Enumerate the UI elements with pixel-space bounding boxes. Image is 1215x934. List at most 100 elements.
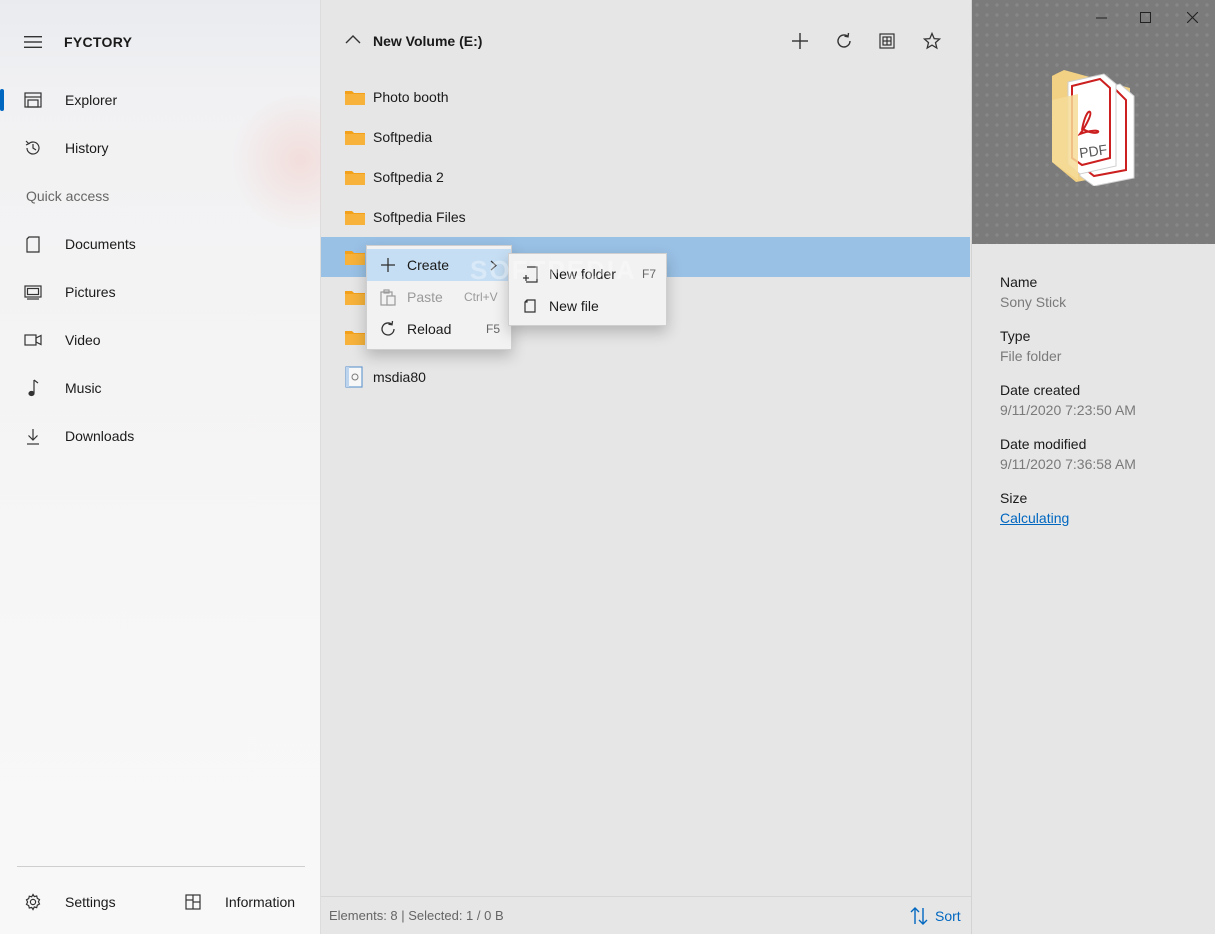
add-button[interactable] <box>789 30 811 52</box>
settings-button[interactable]: Settings <box>24 880 116 924</box>
sort-arrows-icon <box>909 906 929 926</box>
information-button[interactable]: Information <box>184 880 295 924</box>
sidebar-item-pictures[interactable]: Pictures <box>0 270 321 314</box>
sidebar-item-music[interactable]: Music <box>0 366 321 410</box>
file-name: Softpedia 2 <box>373 169 444 185</box>
menu-item-shortcut: F5 <box>486 322 501 336</box>
sidebar-item-label: History <box>65 140 109 156</box>
list-item[interactable]: Softpedia 2 <box>321 157 970 197</box>
property-label: Type <box>1000 328 1031 344</box>
select-all-icon <box>879 33 895 49</box>
menu-item-shortcut: Ctrl+V <box>464 290 498 304</box>
menu-item-shortcut: F7 <box>642 267 657 281</box>
minimize-button[interactable] <box>1079 2 1123 32</box>
context-menu: Create Paste Ctrl+V Reload F5 <box>366 245 512 350</box>
sidebar-item-explorer[interactable]: Explorer <box>0 78 321 122</box>
sidebar-divider <box>17 866 305 867</box>
property-value: File folder <box>1000 348 1062 364</box>
sort-label: Sort <box>935 908 961 924</box>
folder-icon <box>344 128 366 146</box>
information-label: Information <box>225 894 296 910</box>
size-calculating-link[interactable]: Calculating <box>1000 510 1069 526</box>
folder-preview-icon: PDF <box>1050 70 1140 186</box>
new-folder-icon <box>521 265 539 283</box>
hamburger-menu-icon[interactable] <box>24 35 42 49</box>
folder-icon <box>344 328 366 346</box>
download-icon <box>24 427 42 445</box>
sidebar-item-label: Downloads <box>65 428 135 444</box>
sidebar-item-video[interactable]: Video <box>0 318 321 362</box>
status-text: Elements: 8 | Selected: 1 / 0 B <box>329 908 504 923</box>
paste-icon <box>379 288 397 306</box>
music-note-icon <box>24 379 42 397</box>
settings-label: Settings <box>65 894 116 910</box>
folder-icon <box>344 208 366 226</box>
main-header: New Volume (E:) <box>321 0 971 80</box>
menu-item-label: New file <box>549 298 599 314</box>
pictures-icon <box>24 283 42 301</box>
sidebar-item-label: Documents <box>65 236 136 252</box>
file-name: Softpedia <box>373 129 433 145</box>
document-icon <box>24 235 42 253</box>
quick-access-heading: Quick access <box>26 188 110 204</box>
information-panel-icon <box>184 893 202 911</box>
list-item[interactable]: Softpedia <box>321 117 970 157</box>
file-name: Photo booth <box>373 89 449 105</box>
property-date-created: Date created 9/11/2020 7:23:50 AM <box>1000 382 1136 418</box>
sidebar-item-documents[interactable]: Documents <box>0 222 321 266</box>
property-date-modified: Date modified 9/11/2020 7:36:58 AM <box>1000 436 1136 472</box>
sidebar-item-history[interactable]: History <box>0 126 321 170</box>
maximize-icon <box>1139 11 1151 23</box>
list-item[interactable]: Softpedia Files <box>321 197 970 237</box>
volume-title: New Volume (E:) <box>373 33 483 49</box>
property-label: Name <box>1000 274 1038 290</box>
app-title: FYCTORY <box>64 34 133 50</box>
menu-item-label: New folder <box>549 266 616 282</box>
create-submenu: New folder F7 New file <box>508 253 667 326</box>
close-button[interactable] <box>1170 2 1214 32</box>
sidebar-item-downloads[interactable]: Downloads <box>0 414 321 458</box>
property-value: Sony Stick <box>1000 294 1067 310</box>
preview-area: PDF <box>972 0 1215 244</box>
list-item[interactable]: msdia80 <box>321 357 970 397</box>
sidebar-item-label: Pictures <box>65 284 116 300</box>
explorer-icon <box>24 91 42 109</box>
file-name: msdia80 <box>373 369 426 385</box>
chevron-right-icon <box>490 260 497 271</box>
details-pane: PDF Name Sony Stick Type File folder Dat… <box>971 0 1215 934</box>
list-item[interactable]: Photo booth <box>321 77 970 117</box>
file-icon <box>345 366 363 388</box>
plus-icon <box>379 256 397 274</box>
select-all-button[interactable] <box>876 30 898 52</box>
status-bar: Elements: 8 | Selected: 1 / 0 B Sort <box>321 896 971 934</box>
menu-item-new-file[interactable]: New file <box>509 290 666 322</box>
menu-item-reload[interactable]: Reload F5 <box>367 313 511 345</box>
property-name: Name Sony Stick <box>1000 274 1066 310</box>
property-label: Date modified <box>1000 436 1087 452</box>
menu-item-label: Create <box>407 257 450 273</box>
minimize-icon <box>1095 12 1107 23</box>
sort-button[interactable]: Sort <box>909 906 961 926</box>
new-file-icon <box>521 297 539 315</box>
refresh-icon <box>835 32 853 50</box>
property-size: Size Calculating <box>1000 490 1069 526</box>
favorite-button[interactable] <box>921 30 943 52</box>
star-icon <box>923 32 941 50</box>
gear-icon <box>24 893 42 911</box>
menu-item-paste[interactable]: Paste Ctrl+V <box>367 281 511 313</box>
property-type: Type File folder <box>1000 328 1061 364</box>
reload-icon <box>379 320 397 338</box>
file-name: Softpedia Files <box>373 209 466 225</box>
menu-item-create[interactable]: Create <box>367 249 511 281</box>
property-value: 9/11/2020 7:36:58 AM <box>1000 456 1136 472</box>
file-list-pane: New Volume (E:) Photo booth Softpedia So… <box>321 0 971 934</box>
folder-icon <box>344 248 366 266</box>
refresh-button[interactable] <box>833 30 855 52</box>
collapse-chevron-up-icon[interactable] <box>345 34 361 46</box>
sidebar-item-label: Video <box>65 332 101 348</box>
menu-item-label: Reload <box>407 321 452 337</box>
close-icon <box>1186 11 1198 23</box>
maximize-button[interactable] <box>1123 2 1167 32</box>
sidebar-item-label: Explorer <box>65 92 118 108</box>
menu-item-new-folder[interactable]: New folder F7 <box>509 258 666 290</box>
